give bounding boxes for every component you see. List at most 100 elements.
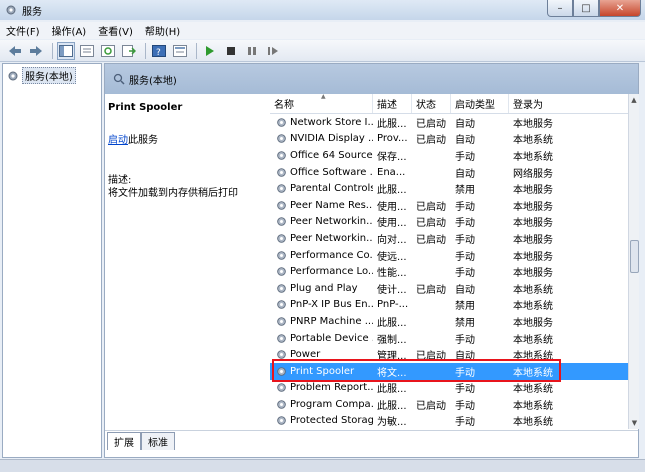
service-name: PNRP Machine ... [290, 315, 373, 327]
service-name: Performance Lo... [290, 266, 373, 278]
window-controls: – □ ✕ [547, 0, 641, 17]
table-row[interactable]: Peer Name Res... 使用... 已启动 手动 本地服务 [270, 197, 628, 214]
column-header-status[interactable]: 状态 [412, 94, 451, 113]
service-gear-icon [277, 184, 286, 193]
cell-log-on-as: 本地服务 [513, 201, 553, 213]
cell-name: Program Compa... [270, 396, 373, 413]
cell-name: Parental Controls [270, 180, 373, 197]
table-row[interactable]: Parental Controls 此服... 禁用 本地服务 [270, 180, 628, 197]
menu-file[interactable]: 文件(F) [0, 23, 46, 38]
cell-startup-type: 禁用 [455, 317, 475, 329]
table-row[interactable]: Office Software ... Ena... 自动 网络服务 [270, 164, 628, 181]
properties-icon [173, 44, 187, 57]
help-icon: ? [152, 44, 166, 57]
close-button[interactable]: ✕ [599, 0, 641, 17]
start-service-button[interactable] [201, 42, 219, 60]
help-button[interactable]: ? [150, 42, 168, 60]
sort-ascending-icon: ▲ [321, 94, 326, 100]
tree-item-label: 服务(本地) [22, 67, 76, 84]
search-gear-icon [113, 73, 125, 85]
table-row[interactable]: Peer Networkin... 使用... 已启动 手动 本地服务 [270, 214, 628, 231]
column-header-log-on-as[interactable]: 登录为 [509, 94, 628, 113]
refresh-icon [101, 44, 115, 57]
column-header-name[interactable]: 名称 ▲ [270, 94, 373, 113]
service-gear-icon [277, 151, 286, 160]
maximize-button[interactable]: □ [573, 0, 599, 17]
service-gear-icon [277, 300, 286, 310]
scroll-thumb[interactable] [630, 240, 639, 273]
stop-service-button[interactable] [222, 42, 240, 60]
table-row[interactable]: PnP-X IP Bus En... PnP-... 禁用 本地系统 [270, 297, 628, 314]
cell-status [412, 164, 451, 181]
play-icon [206, 45, 214, 56]
tab-standard[interactable]: 标准 [141, 432, 175, 450]
services-gear-icon [8, 71, 18, 80]
column-header-startup-type[interactable]: 启动类型 [451, 94, 509, 113]
cell-startup-type: 手动 [455, 251, 475, 263]
cell-description: PnP-... [377, 299, 409, 311]
menu-view[interactable]: 查看(V) [92, 23, 139, 38]
cell-log-on-as: 本地系统 [513, 135, 553, 147]
cell-description: 使用... [377, 201, 407, 213]
table-row[interactable]: Program Compa... 此服... 已启动 手动 本地系统 [270, 396, 628, 413]
column-desc-label: 描述 [377, 100, 397, 111]
scroll-up-icon[interactable]: ▲ [629, 94, 639, 106]
pause-icon [248, 46, 256, 55]
forward-button[interactable] [27, 42, 45, 60]
start-service-link[interactable]: 启动 [108, 135, 128, 146]
properties-button[interactable] [171, 42, 189, 60]
table-row[interactable]: Peer Networkin... 向对... 已启动 手动 本地服务 [270, 230, 628, 247]
tab-extended[interactable]: 扩展 [107, 432, 141, 450]
table-row[interactable]: Plug and Play 使计... 已启动 自动 本地系统 [270, 280, 628, 297]
toolbar: ? [0, 40, 645, 62]
service-name: Peer Name Res... [290, 199, 373, 211]
table-row[interactable]: Network Store I... 此服... 已启动 自动 本地服务 [270, 114, 628, 131]
table-row[interactable]: Portable Device ... 强制... 手动 本地系统 [270, 330, 628, 347]
cell-name: Portable Device ... [270, 330, 373, 347]
back-button[interactable] [6, 42, 24, 60]
back-arrow-icon [9, 45, 21, 56]
cell-startup-type: 自动 [455, 118, 475, 130]
cell-log-on-as: 本地服务 [513, 118, 553, 130]
column-header-description[interactable]: 描述 [373, 94, 412, 113]
export-list-button[interactable] [120, 42, 138, 60]
cell-startup-type: 禁用 [455, 185, 475, 197]
tree-item-services-local[interactable]: 服务(本地) [3, 64, 101, 87]
cell-startup-type: 手动 [455, 218, 475, 230]
service-gear-icon [277, 416, 286, 426]
selected-service-name: Print Spooler [108, 102, 183, 113]
cell-startup-type: 自动 [455, 284, 475, 296]
table-row[interactable]: Office 64 Source... 保存... 手动 本地系统 [270, 147, 628, 164]
service-gear-icon [277, 317, 286, 326]
minimize-button[interactable]: – [547, 0, 573, 17]
properties-view-button[interactable] [78, 42, 96, 60]
restart-service-button[interactable] [264, 42, 282, 60]
toolbar-separator [52, 42, 53, 59]
table-row[interactable]: NVIDIA Display ... Prov... 已启动 自动 本地系统 [270, 131, 628, 148]
table-row[interactable]: PNRP Machine ... 此服... 禁用 本地服务 [270, 313, 628, 330]
service-gear-icon [277, 200, 286, 210]
cell-status [412, 247, 451, 264]
refresh-button[interactable] [99, 42, 117, 60]
console-tree: 服务(本地) [2, 63, 102, 458]
status-bar [0, 459, 645, 472]
column-type-label: 启动类型 [455, 100, 495, 111]
pause-service-button[interactable] [243, 42, 261, 60]
column-name-label: 名称 [274, 100, 294, 111]
table-row[interactable]: Performance Co... 使远... 手动 本地服务 [270, 247, 628, 264]
cell-status: 已启动 [416, 201, 446, 213]
table-row[interactable]: Performance Lo... 性能... 手动 本地服务 [270, 263, 628, 280]
menu-help[interactable]: 帮助(H) [139, 23, 186, 38]
table-row[interactable]: Protected Storage 为敏... 手动 本地系统 [270, 413, 628, 429]
show-console-tree-button[interactable] [57, 41, 75, 60]
menu-action[interactable]: 操作(A) [46, 23, 93, 38]
cell-status: 已启动 [416, 118, 446, 130]
cell-log-on-as: 本地服务 [513, 251, 553, 263]
cell-description: 使用... [377, 218, 407, 230]
cell-description: Ena... [377, 166, 406, 178]
scroll-down-icon[interactable]: ▼ [629, 417, 640, 429]
services-pane: 服务(本地) Print Spooler 启动此服务 描述: 将文件加载到内存供… [104, 63, 639, 458]
cell-status [412, 147, 451, 164]
vertical-scrollbar[interactable]: ▲ ▼ [628, 94, 639, 429]
title-bar: 服务 – □ ✕ [0, 0, 645, 20]
